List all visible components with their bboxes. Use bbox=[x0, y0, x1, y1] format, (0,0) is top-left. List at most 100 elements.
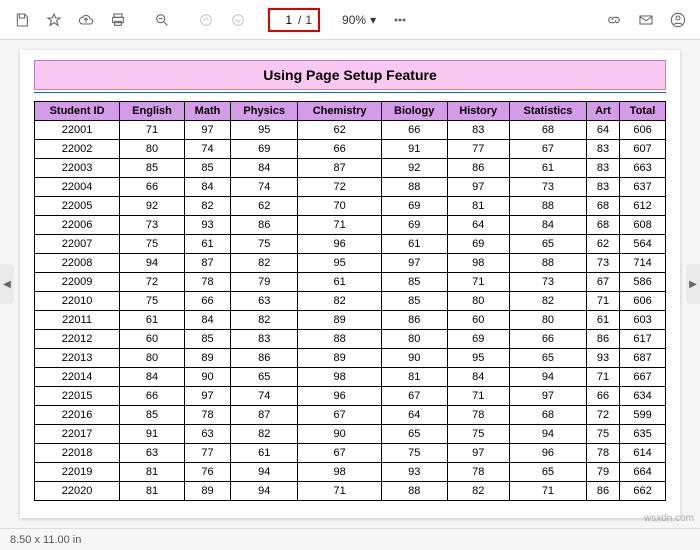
table-cell: 61 bbox=[184, 235, 230, 254]
table-cell: 88 bbox=[509, 254, 586, 273]
table-cell: 78 bbox=[447, 406, 509, 425]
table-cell: 83 bbox=[586, 178, 619, 197]
table-cell: 67 bbox=[298, 406, 382, 425]
table-cell: 69 bbox=[447, 235, 509, 254]
table-cell: 71 bbox=[298, 216, 382, 235]
table-cell: 77 bbox=[184, 444, 230, 463]
column-header: Total bbox=[620, 102, 666, 121]
table-cell: 97 bbox=[184, 387, 230, 406]
table-cell: 81 bbox=[447, 197, 509, 216]
table-cell: 22007 bbox=[35, 235, 120, 254]
table-cell: 81 bbox=[381, 368, 447, 387]
next-page-handle[interactable]: ▶ bbox=[686, 264, 700, 304]
table-cell: 68 bbox=[586, 197, 619, 216]
table-row: 220089487829597988873714 bbox=[35, 254, 666, 273]
table-cell: 86 bbox=[586, 482, 619, 501]
column-header: Art bbox=[586, 102, 619, 121]
column-header: Statistics bbox=[509, 102, 586, 121]
table-cell: 22006 bbox=[35, 216, 120, 235]
table-cell: 66 bbox=[184, 292, 230, 311]
table-cell: 70 bbox=[298, 197, 382, 216]
table-cell: 66 bbox=[586, 387, 619, 406]
table-cell: 83 bbox=[586, 140, 619, 159]
table-cell: 606 bbox=[620, 121, 666, 140]
link-button[interactable] bbox=[600, 6, 628, 34]
table-cell: 65 bbox=[509, 349, 586, 368]
table-cell: 81 bbox=[120, 463, 185, 482]
page-current-input[interactable] bbox=[276, 12, 294, 28]
column-header: Student ID bbox=[35, 102, 120, 121]
more-button[interactable] bbox=[386, 6, 414, 34]
column-header: English bbox=[120, 102, 185, 121]
page-up-button[interactable] bbox=[192, 6, 220, 34]
table-cell: 22009 bbox=[35, 273, 120, 292]
table-cell: 64 bbox=[447, 216, 509, 235]
table-cell: 22016 bbox=[35, 406, 120, 425]
table-cell: 94 bbox=[509, 425, 586, 444]
table-cell: 63 bbox=[231, 292, 298, 311]
table-cell: 77 bbox=[447, 140, 509, 159]
table-row: 220028074696691776783607 bbox=[35, 140, 666, 159]
prev-page-handle[interactable]: ◀ bbox=[0, 264, 14, 304]
table-cell: 82 bbox=[231, 425, 298, 444]
table-cell: 60 bbox=[120, 330, 185, 349]
table-cell: 69 bbox=[381, 197, 447, 216]
table-cell: 664 bbox=[620, 463, 666, 482]
save-button[interactable] bbox=[8, 6, 36, 34]
table-cell: 22005 bbox=[35, 197, 120, 216]
table-cell: 94 bbox=[231, 463, 298, 482]
table-cell: 63 bbox=[120, 444, 185, 463]
table-cell: 75 bbox=[120, 235, 185, 254]
table-cell: 74 bbox=[231, 178, 298, 197]
table-cell: 98 bbox=[298, 463, 382, 482]
table-row: 220168578876764786872599 bbox=[35, 406, 666, 425]
table-cell: 66 bbox=[120, 178, 185, 197]
table-cell: 637 bbox=[620, 178, 666, 197]
table-cell: 61 bbox=[231, 444, 298, 463]
table-row: 220046684747288977383637 bbox=[35, 178, 666, 197]
table-cell: 65 bbox=[381, 425, 447, 444]
table-cell: 22019 bbox=[35, 463, 120, 482]
page-dimensions: 8.50 x 11.00 in bbox=[10, 534, 81, 546]
zoom-selector[interactable]: 90% ▾ bbox=[336, 13, 382, 27]
table-cell: 61 bbox=[586, 311, 619, 330]
table-cell: 64 bbox=[381, 406, 447, 425]
table-cell: 22001 bbox=[35, 121, 120, 140]
table-cell: 90 bbox=[298, 425, 382, 444]
table-cell: 92 bbox=[381, 159, 447, 178]
table-cell: 84 bbox=[184, 311, 230, 330]
table-cell: 634 bbox=[620, 387, 666, 406]
table-cell: 60 bbox=[447, 311, 509, 330]
cloud-upload-button[interactable] bbox=[72, 6, 100, 34]
table-cell: 83 bbox=[586, 159, 619, 178]
table-cell: 81 bbox=[120, 482, 185, 501]
email-button[interactable] bbox=[632, 6, 660, 34]
table-cell: 606 bbox=[620, 292, 666, 311]
table-cell: 85 bbox=[184, 159, 230, 178]
table-cell: 85 bbox=[381, 292, 447, 311]
table-cell: 75 bbox=[120, 292, 185, 311]
table-row: 220097278796185717367586 bbox=[35, 273, 666, 292]
table-cell: 88 bbox=[381, 482, 447, 501]
star-button[interactable] bbox=[40, 6, 68, 34]
table-cell: 93 bbox=[381, 463, 447, 482]
table-cell: 95 bbox=[298, 254, 382, 273]
table-cell: 635 bbox=[620, 425, 666, 444]
table-row: 220148490659881849471667 bbox=[35, 368, 666, 387]
zoom-out-button[interactable] bbox=[148, 6, 176, 34]
table-cell: 88 bbox=[298, 330, 382, 349]
table-cell: 74 bbox=[184, 140, 230, 159]
table-row: 220138089868990956593687 bbox=[35, 349, 666, 368]
table-cell: 85 bbox=[381, 273, 447, 292]
watermark: wsxdn.com bbox=[644, 513, 694, 524]
account-button[interactable] bbox=[664, 6, 692, 34]
table-cell: 71 bbox=[120, 121, 185, 140]
table-cell: 71 bbox=[586, 368, 619, 387]
table-row: 220077561759661696562564 bbox=[35, 235, 666, 254]
page-down-button[interactable] bbox=[224, 6, 252, 34]
table-cell: 97 bbox=[447, 444, 509, 463]
table-cell: 22003 bbox=[35, 159, 120, 178]
print-button[interactable] bbox=[104, 6, 132, 34]
table-cell: 86 bbox=[586, 330, 619, 349]
table-row: 220067393867169648468608 bbox=[35, 216, 666, 235]
